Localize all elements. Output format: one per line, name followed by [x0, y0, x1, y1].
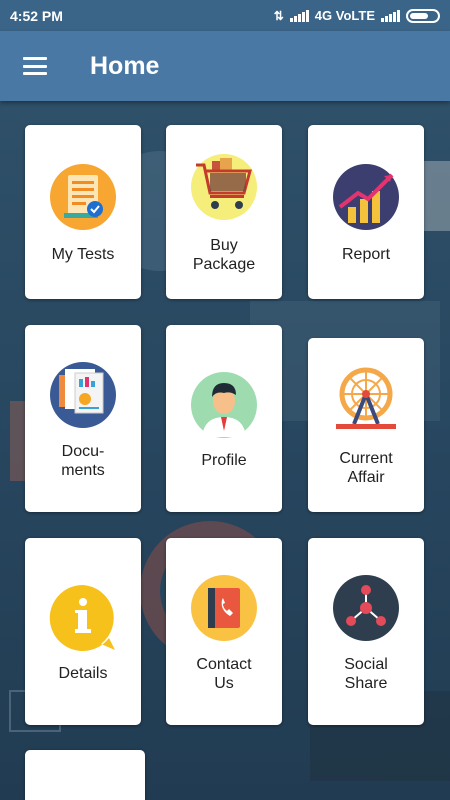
signal-strength-icon-2: [381, 9, 400, 22]
growth-chart-icon: [333, 164, 399, 230]
tile-documents[interactable]: Docu- ments: [25, 325, 141, 512]
contact-book-icon: [191, 575, 257, 641]
tile-label: Profile: [201, 452, 247, 469]
tile-profile[interactable]: Profile: [166, 325, 282, 512]
menu-button[interactable]: [0, 31, 70, 101]
tile-buy-package[interactable]: Buy Package: [166, 125, 282, 299]
tile-label: My Tests: [51, 246, 115, 263]
tile-partial[interactable]: [25, 750, 145, 800]
tile-my-tests[interactable]: My Tests: [25, 125, 141, 299]
tile-label: Details: [58, 665, 108, 682]
test-document-icon: [50, 164, 116, 230]
tile-label: Current Affair: [339, 450, 393, 486]
tile-label: Social Share: [344, 656, 388, 692]
tile-details[interactable]: Details: [25, 538, 141, 725]
signal-strength-icon: [289, 9, 309, 22]
tile-label: Buy Package: [192, 237, 256, 273]
tile-report[interactable]: Report: [308, 125, 424, 299]
tile-label: Contact Us: [196, 656, 252, 692]
network-type: 4G VoLTE: [314, 8, 375, 23]
tile-social-share[interactable]: Social Share: [308, 538, 424, 725]
tile-current-affair[interactable]: Current Affair: [308, 338, 424, 512]
data-transfer-icon: ⇅: [273, 8, 284, 23]
shopping-cart-icon: [191, 154, 257, 220]
page-title: Home: [90, 51, 160, 80]
tile-label: Docu- ments: [61, 443, 105, 479]
tile-label: Report: [341, 246, 391, 263]
user-avatar-icon: [191, 372, 257, 438]
status-time: 4:52 PM: [10, 7, 63, 24]
ferris-wheel-icon: [336, 367, 396, 429]
share-network-icon: [333, 575, 399, 641]
tile-contact-us[interactable]: Contact Us: [166, 538, 282, 725]
hamburger-menu-icon: [23, 57, 47, 75]
info-bubble-icon: [49, 584, 116, 651]
app-bar: Home: [0, 31, 450, 101]
documents-icon: [50, 362, 116, 428]
status-icons: ⇅ 4G VoLTE: [274, 8, 440, 23]
status-bar: 4:52 PM ⇅ 4G VoLTE: [0, 0, 450, 31]
battery-icon: [406, 8, 440, 23]
